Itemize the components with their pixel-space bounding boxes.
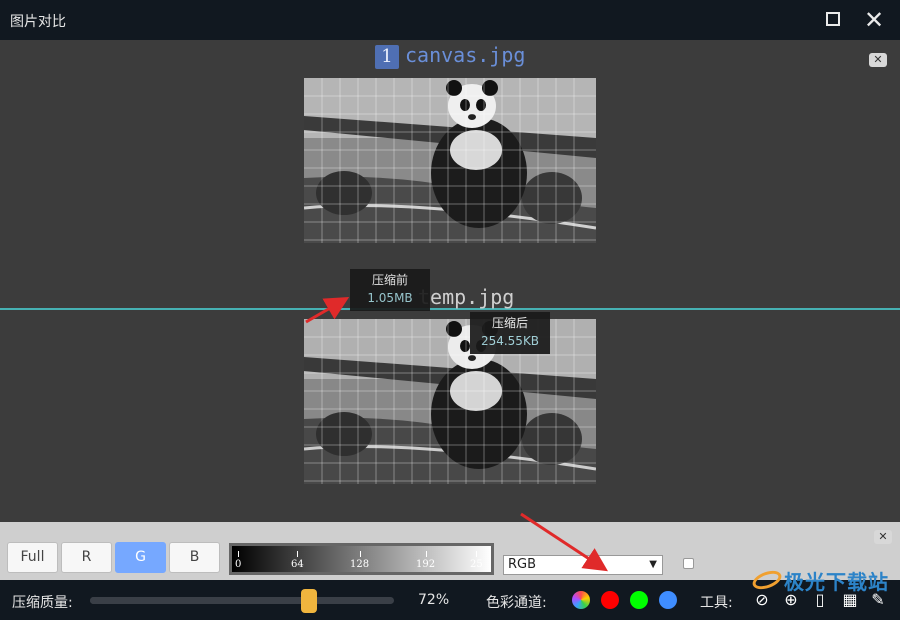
color-mode-select[interactable]: RGB ▼ xyxy=(503,555,663,575)
before-label: 压缩前 xyxy=(371,273,408,287)
quality-value: 72% xyxy=(418,592,450,608)
histogram-tick: 64 xyxy=(291,551,304,570)
bottom-image-header: temp.jpg xyxy=(418,285,514,309)
maximize-icon[interactable] xyxy=(822,8,846,32)
title-bar: 图片对比 ✕ xyxy=(0,0,900,40)
histogram-tick: 128 xyxy=(350,551,370,570)
dropdown-arrow-icon: ▼ xyxy=(649,559,657,570)
all-channels-icon[interactable] xyxy=(572,591,590,609)
quality-slider-fill xyxy=(90,597,309,604)
logo-swirl-icon xyxy=(750,567,784,593)
window-title: 图片对比 xyxy=(10,14,66,30)
watermark-text: 极光下载站 xyxy=(784,570,889,594)
original-image-preview[interactable] xyxy=(304,78,596,243)
close-top-image-button[interactable]: ✕ xyxy=(869,53,887,67)
after-size-value: 254.55KB xyxy=(480,334,540,348)
comparison-stage: 1 canvas.jpg ✕ temp.jpg 压缩前 1.05MB 压缩后 2… xyxy=(0,40,900,522)
channel-g-button[interactable]: G xyxy=(115,542,166,573)
option-checkbox[interactable] xyxy=(683,558,694,569)
histogram-tick: 0 xyxy=(235,551,242,570)
before-size-value: 1.05MB xyxy=(367,291,413,305)
histogram-tick: 192 xyxy=(416,551,436,570)
before-size-tooltip: 压缩前 1.05MB xyxy=(350,269,430,311)
top-image-filename: canvas.jpg xyxy=(405,43,526,67)
tools-label: 工具: xyxy=(700,595,733,611)
histogram-tick: 25 xyxy=(470,551,483,570)
blue-channel-icon[interactable] xyxy=(659,591,677,609)
close-icon[interactable]: ✕ xyxy=(862,8,886,32)
channel-r-button[interactable]: R xyxy=(61,542,112,573)
green-channel-icon[interactable] xyxy=(630,591,648,609)
close-toolbar-button[interactable]: ✕ xyxy=(874,530,892,544)
image-index-badge: 1 xyxy=(375,45,399,69)
quality-slider-thumb[interactable] xyxy=(300,589,317,613)
after-size-tooltip: 压缩后 254.55KB xyxy=(470,312,550,354)
red-channel-icon[interactable] xyxy=(601,591,619,609)
bottom-image-filename: temp.jpg xyxy=(418,285,515,309)
histogram-gradient: 0 64 128 192 25 xyxy=(229,543,494,575)
top-image-header: 1 canvas.jpg xyxy=(375,43,525,69)
quality-label: 压缩质量: xyxy=(12,595,73,611)
compressed-image-preview[interactable] xyxy=(304,319,596,484)
after-label: 压缩后 xyxy=(491,316,528,330)
channel-full-button[interactable]: Full xyxy=(7,542,58,573)
color-mode-value: RGB xyxy=(508,557,537,572)
channel-label: 色彩通道: xyxy=(486,595,547,611)
watermark-logo: 极光下载站 xyxy=(750,566,894,594)
quality-slider[interactable] xyxy=(90,589,394,613)
channel-b-button[interactable]: B xyxy=(169,542,220,573)
